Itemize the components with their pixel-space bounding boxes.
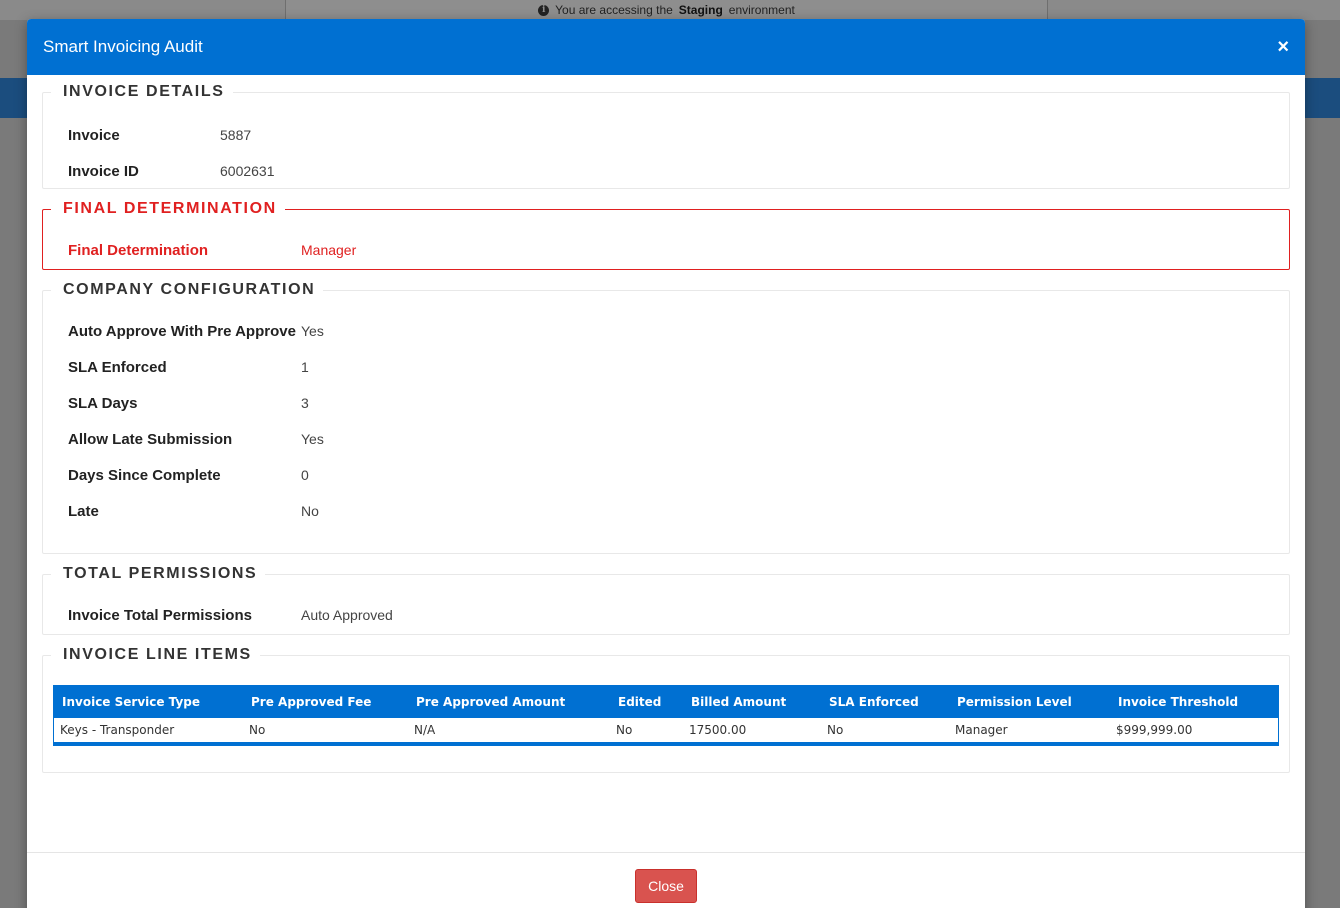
final-determination-row: Final Determination Manager: [68, 240, 1264, 261]
config-row: SLA Enforced 1: [68, 357, 1264, 378]
config-label: Auto Approve With Pre Approve: [68, 323, 296, 340]
modal-footer: Close: [27, 852, 1305, 908]
company-configuration-legend: COMPANY CONFIGURATION: [63, 281, 316, 298]
config-row: Allow Late Submission Yes: [68, 429, 1264, 450]
total-permissions-section: TOTAL PERMISSIONS Invoice Total Permissi…: [42, 565, 1290, 635]
company-configuration-section: COMPANY CONFIGURATION Auto Approve With …: [42, 281, 1290, 554]
config-row: Auto Approve With Pre Approve Yes: [68, 321, 1264, 342]
invoice-line-items-legend: INVOICE LINE ITEMS: [63, 646, 252, 663]
column-header: Permission Level: [957, 695, 1072, 709]
detail-row-invoice-id: Invoice ID 6002631: [68, 161, 1264, 197]
environment-banner: i You are accessing the Staging environm…: [285, 0, 1048, 20]
modal-body: INVOICE DETAILS Invoice 5887 Invoice ID …: [27, 75, 1305, 773]
column-header: Billed Amount: [691, 695, 787, 709]
audit-modal: Smart Invoicing Audit × INVOICE DETAILS …: [27, 19, 1305, 908]
invoice-details-section: INVOICE DETAILS Invoice 5887 Invoice ID …: [42, 83, 1290, 189]
config-value: 1: [301, 359, 309, 375]
detail-label: Invoice: [68, 127, 120, 144]
column-header: Invoice Threshold: [1118, 695, 1239, 709]
config-row: Late No: [68, 501, 1264, 522]
total-permissions-row: Invoice Total Permissions Auto Approved: [68, 605, 1264, 626]
column-header: Edited: [618, 695, 662, 709]
config-value: Yes: [301, 323, 324, 339]
table-header-row: Invoice Service Type Pre Approved Fee Pr…: [54, 686, 1278, 718]
table-cell: $999,999.00: [1116, 723, 1193, 737]
modal-header: Smart Invoicing Audit ×: [27, 19, 1305, 75]
info-icon: i: [538, 4, 550, 16]
total-permissions-value: Auto Approved: [301, 607, 393, 623]
table-cell: No: [827, 723, 844, 737]
column-header: Invoice Service Type: [62, 695, 200, 709]
config-value: 0: [301, 467, 309, 483]
close-icon[interactable]: ×: [1277, 37, 1289, 57]
final-determination-section: FINAL DETERMINATION Final Determination …: [42, 200, 1290, 270]
column-header: Pre Approved Amount: [416, 695, 566, 709]
table-cell: N/A: [414, 723, 436, 737]
config-row: SLA Days 3: [68, 393, 1264, 414]
detail-value: 6002631: [220, 163, 275, 179]
invoice-details-legend: INVOICE DETAILS: [63, 83, 225, 100]
environment-name: Staging: [678, 3, 723, 17]
table-cell: Keys - Transponder: [60, 723, 175, 737]
table-cell: No: [249, 723, 266, 737]
detail-row-invoice: Invoice 5887: [68, 125, 1264, 161]
config-label: SLA Days: [68, 395, 138, 412]
config-value: No: [301, 503, 319, 519]
detail-value: 5887: [220, 127, 252, 143]
table-row: Keys - Transponder No N/A No 17500.00 No…: [54, 718, 1278, 742]
line-items-table: Invoice Service Type Pre Approved Fee Pr…: [54, 686, 1278, 742]
table-cell: Manager: [955, 723, 1008, 737]
final-determination-value: Manager: [301, 242, 357, 258]
final-determination-label: Final Determination: [68, 242, 209, 259]
config-value: Yes: [301, 431, 324, 447]
config-label: SLA Enforced: [68, 359, 167, 376]
detail-label: Invoice ID: [68, 163, 139, 180]
table-cell: 17500.00: [689, 723, 747, 737]
final-determination-legend: FINAL DETERMINATION: [63, 200, 277, 217]
config-row: Days Since Complete 0: [68, 465, 1264, 486]
environment-banner-prefix: You are accessing the: [555, 3, 673, 17]
table-cell: No: [616, 723, 633, 737]
config-label: Allow Late Submission: [68, 431, 233, 448]
close-button[interactable]: Close: [635, 869, 697, 903]
modal-title: Smart Invoicing Audit: [43, 37, 203, 56]
invoice-line-items-section: INVOICE LINE ITEMS Invoice Service Type …: [42, 646, 1290, 773]
total-permissions-label: Invoice Total Permissions: [68, 607, 252, 624]
column-header: Pre Approved Fee: [251, 695, 372, 709]
column-header: SLA Enforced: [829, 695, 919, 709]
config-value: 3: [301, 395, 309, 411]
environment-banner-suffix: environment: [728, 3, 795, 17]
config-label: Days Since Complete: [68, 467, 221, 484]
line-items-table-wrapper: Invoice Service Type Pre Approved Fee Pr…: [53, 685, 1279, 746]
config-label: Late: [68, 503, 99, 520]
total-permissions-legend: TOTAL PERMISSIONS: [63, 565, 258, 582]
